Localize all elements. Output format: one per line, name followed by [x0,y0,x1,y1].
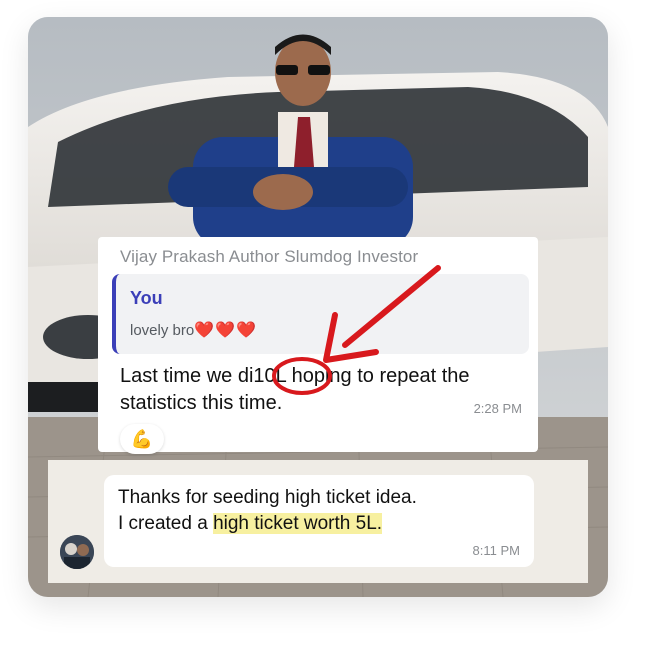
message-line-2: I created a high ticket worth 5L. [118,511,417,537]
heart-emoji-icons: ❤️❤️❤️ [194,322,257,339]
reply-message-bubble[interactable]: Vijay Prakash Author Slumdog Investor Yo… [98,237,538,452]
message-text-before: Last time we di [120,365,254,387]
circled-amount: 10L [253,365,287,387]
quoted-message[interactable]: You lovely bro❤️❤️❤️ [112,274,529,354]
incoming-message-text: Thanks for seeding high ticket idea. I c… [118,485,417,537]
chat-message-strip: Thanks for seeding high ticket idea. I c… [48,460,588,583]
avatar[interactable] [60,535,94,569]
quoted-text-body: lovely bro [130,322,195,339]
message-timestamp: 2:28 PM [473,401,522,416]
message-line-1: Thanks for seeding high ticket idea. [118,487,417,508]
incoming-message-bubble[interactable]: Thanks for seeding high ticket idea. I c… [104,475,534,567]
avatar-photo-icon [60,535,94,569]
sender-name: Vijay Prakash Author Slumdog Investor [120,247,419,266]
message-line-2-prefix: I created a [118,513,214,534]
highlighted-text: high ticket worth 5L. [213,513,383,534]
reaction-badge[interactable]: 💪 [120,424,164,454]
quoted-author: You [130,288,163,308]
message-text: Last time we di10L hoping to repeat the … [120,363,530,417]
incoming-message-timestamp: 8:11 PM [472,543,520,558]
quoted-text: lovely bro❤️❤️❤️ [130,320,257,340]
